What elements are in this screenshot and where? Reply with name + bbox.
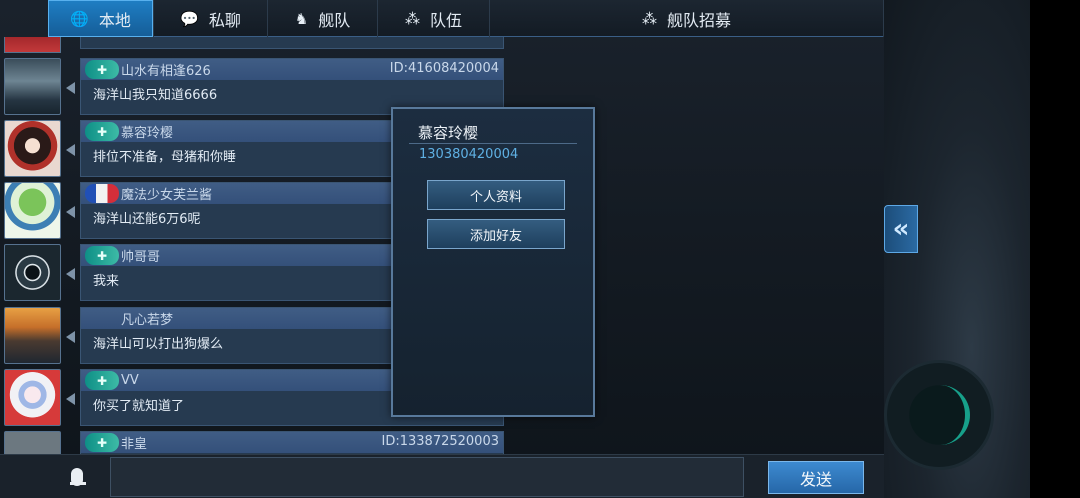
sender-name[interactable]: 非皇 <box>121 433 147 452</box>
chat-input-bar: 发送 <box>0 454 884 498</box>
avatar[interactable] <box>4 120 61 177</box>
chat-bubble <box>80 37 504 49</box>
fleet-icon: ♞ <box>294 9 309 28</box>
voice-input-button[interactable] <box>60 462 94 492</box>
microphone-stand <box>70 482 86 485</box>
sender-name[interactable]: 凡心若梦 <box>121 309 173 328</box>
tab-private-chat[interactable]: 💬 私聊 <box>154 0 268 37</box>
bubble-pointer <box>66 206 75 218</box>
sender-name[interactable]: 魔法少女芙兰酱 <box>121 184 212 203</box>
bubble-pointer <box>66 268 75 280</box>
sender-name[interactable]: VV <box>121 373 139 388</box>
bubble-pointer <box>66 393 75 405</box>
tab-label: 私聊 <box>208 10 241 30</box>
collapse-chat-button[interactable]: « <box>884 205 918 253</box>
tab-local[interactable]: 🌐 本地 <box>48 0 154 37</box>
tab-label: 舰队 <box>318 10 351 30</box>
avatar[interactable] <box>4 37 61 53</box>
bubble-pointer <box>66 331 75 343</box>
tab-fleet-recruit[interactable]: ⁂ 舰队招募 <box>490 0 884 37</box>
team-icon: ⁂ <box>404 9 420 28</box>
nation-flag-icon: ✚ <box>85 60 119 79</box>
avatar[interactable] <box>4 369 61 426</box>
bubble-pointer <box>66 82 75 94</box>
nation-flag-icon: ✚ <box>85 246 119 265</box>
avatar[interactable] <box>4 307 61 364</box>
tab-label: 舰队招募 <box>666 10 731 30</box>
bubble-header: ✚ 山水有相逢626 ID:41608420004 <box>81 59 503 80</box>
team-icon: ⁂ <box>641 9 657 28</box>
screen-edge <box>1030 0 1080 498</box>
tab-team[interactable]: ⁂ 队伍 <box>378 0 490 37</box>
nation-flag-icon: ✚ <box>85 122 119 141</box>
double-chevron-left-icon: « <box>892 214 910 244</box>
chat-tab-bar: 🌐 本地 💬 私聊 ♞ 舰队 ⁂ 队伍 ⁂ 舰队招募 <box>48 0 884 37</box>
popup-player-name: 慕容玲樱 <box>418 124 479 142</box>
avatar[interactable] <box>4 431 61 454</box>
bubble-pointer <box>66 144 75 156</box>
send-button[interactable]: 发送 <box>768 461 864 494</box>
tab-fleet[interactable]: ♞ 舰队 <box>268 0 378 37</box>
nation-flag-icon: ✚ <box>85 433 119 452</box>
tab-label: 本地 <box>98 10 131 30</box>
message-text: 海洋山我只知道6666 <box>93 88 218 103</box>
globe-icon: 🌐 <box>70 9 89 28</box>
view-profile-button[interactable]: 个人资料 <box>427 180 565 210</box>
player-id: ID:133872520003 <box>381 434 499 449</box>
avatar[interactable] <box>4 244 61 301</box>
player-id: ID:41608420004 <box>389 61 499 76</box>
speech-bubble-icon: 💬 <box>180 9 199 28</box>
tab-label: 队伍 <box>429 10 462 30</box>
avatar[interactable] <box>4 58 61 115</box>
nation-flag-icon: ✚ <box>85 371 119 390</box>
sender-name[interactable]: 帅哥哥 <box>121 246 160 265</box>
divider <box>409 143 577 144</box>
add-friend-button[interactable]: 添加好友 <box>427 219 565 249</box>
player-context-popup: 慕容玲樱 130380420004 个人资料 添加好友 <box>391 107 595 417</box>
chat-bubble: ✚ 非皇 ID:133872520003 <box>80 431 504 454</box>
avatar[interactable] <box>4 182 61 239</box>
sender-name[interactable]: 慕容玲樱 <box>121 122 173 141</box>
chat-message-input[interactable] <box>110 457 744 497</box>
bubble-header: ✚ 非皇 ID:133872520003 <box>81 432 503 453</box>
sender-name[interactable]: 山水有相逢626 <box>121 60 211 79</box>
nation-flag-icon <box>85 309 119 328</box>
popup-player-id: 130380420004 <box>419 147 519 162</box>
nation-flag-icon <box>85 184 119 203</box>
chat-message: ✚ 非皇 ID:133872520003 <box>0 431 504 454</box>
